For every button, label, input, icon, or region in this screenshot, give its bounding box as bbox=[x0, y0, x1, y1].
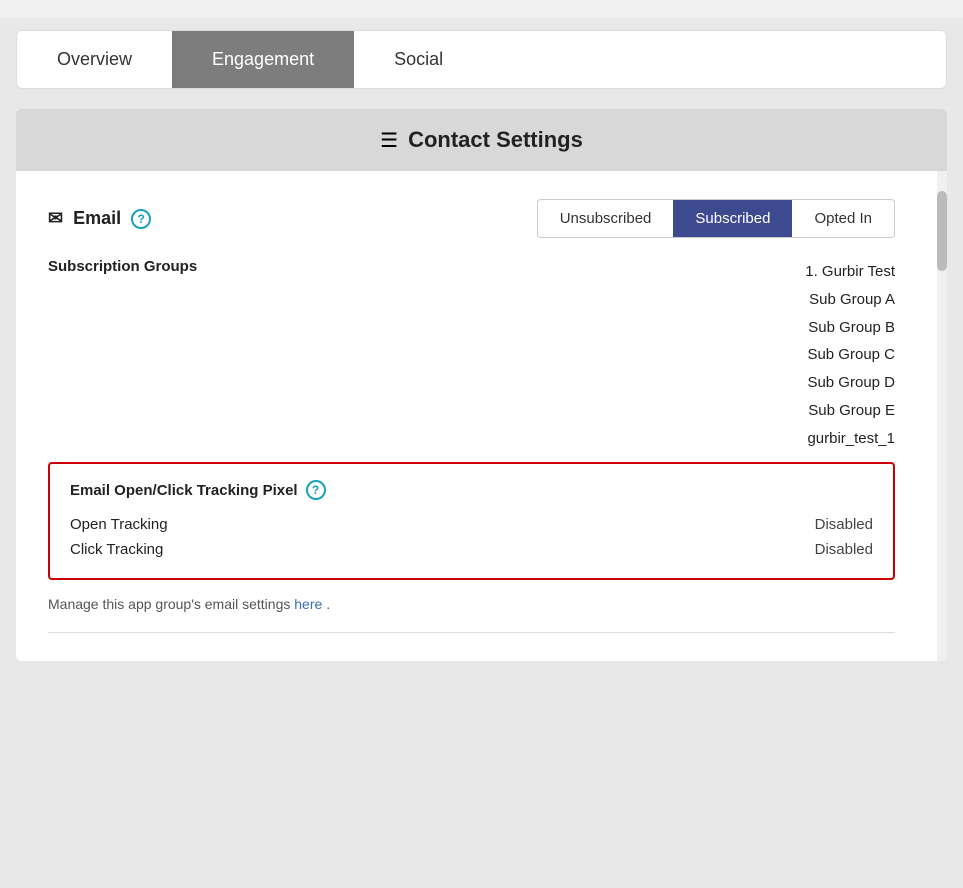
group-item: Sub Group D bbox=[805, 369, 895, 397]
scrollbar[interactable] bbox=[937, 171, 947, 661]
group-item: Sub Group B bbox=[805, 314, 895, 342]
tab-overview[interactable]: Overview bbox=[17, 31, 172, 88]
open-tracking-row: Open Tracking Disabled bbox=[70, 512, 873, 537]
settings-body: ✉ Email ? Unsubscribed Subscribed Opted … bbox=[16, 171, 947, 661]
email-text: Email bbox=[73, 208, 121, 229]
open-tracking-label: Open Tracking bbox=[70, 516, 168, 533]
email-icon: ✉ bbox=[48, 208, 63, 229]
footer-text: Manage this app group's email settings h… bbox=[48, 596, 915, 612]
content-area: ☰ Contact Settings ✉ Email ? Unsubscribe… bbox=[16, 109, 947, 661]
group-item: 1. Gurbir Test bbox=[805, 258, 895, 286]
tracking-section: Email Open/Click Tracking Pixel ? Open T… bbox=[48, 462, 895, 580]
group-item: Sub Group C bbox=[805, 341, 895, 369]
subscription-buttons: Unsubscribed Subscribed Opted In bbox=[537, 199, 895, 238]
tracking-title: Email Open/Click Tracking Pixel bbox=[70, 482, 298, 499]
click-tracking-status: Disabled bbox=[815, 541, 873, 558]
scrollbar-thumb bbox=[937, 191, 947, 271]
group-item: gurbir_test_1 bbox=[805, 425, 895, 453]
btn-subscribed[interactable]: Subscribed bbox=[673, 200, 792, 237]
tab-social[interactable]: Social bbox=[354, 31, 483, 88]
tab-engagement[interactable]: Engagement bbox=[172, 31, 354, 88]
contact-settings-header: ☰ Contact Settings bbox=[16, 109, 947, 171]
contact-settings-icon: ☰ bbox=[380, 128, 398, 153]
click-tracking-label: Click Tracking bbox=[70, 541, 163, 558]
top-bar bbox=[0, 0, 963, 18]
open-tracking-status: Disabled bbox=[815, 516, 873, 533]
click-tracking-row: Click Tracking Disabled bbox=[70, 537, 873, 562]
subscription-groups-label: Subscription Groups bbox=[48, 258, 197, 452]
tracking-help-icon[interactable]: ? bbox=[306, 480, 326, 500]
footer-prefix: Manage this app group's email settings bbox=[48, 596, 290, 612]
subscription-groups-list: 1. Gurbir Test Sub Group A Sub Group B S… bbox=[805, 258, 895, 452]
footer-suffix: . bbox=[326, 596, 330, 612]
divider bbox=[48, 632, 895, 633]
subscription-groups-row: Subscription Groups 1. Gurbir Test Sub G… bbox=[48, 258, 915, 452]
email-help-icon[interactable]: ? bbox=[131, 209, 151, 229]
email-label: ✉ Email ? bbox=[48, 208, 151, 229]
group-item: Sub Group A bbox=[805, 286, 895, 314]
group-item: Sub Group E bbox=[805, 397, 895, 425]
footer-link[interactable]: here bbox=[294, 596, 322, 612]
tabs-container: Overview Engagement Social bbox=[16, 30, 947, 89]
btn-opted-in[interactable]: Opted In bbox=[792, 200, 894, 237]
tracking-header: Email Open/Click Tracking Pixel ? bbox=[70, 480, 873, 500]
btn-unsubscribed[interactable]: Unsubscribed bbox=[538, 200, 674, 237]
email-row: ✉ Email ? Unsubscribed Subscribed Opted … bbox=[48, 199, 915, 238]
contact-settings-title: Contact Settings bbox=[408, 127, 583, 153]
